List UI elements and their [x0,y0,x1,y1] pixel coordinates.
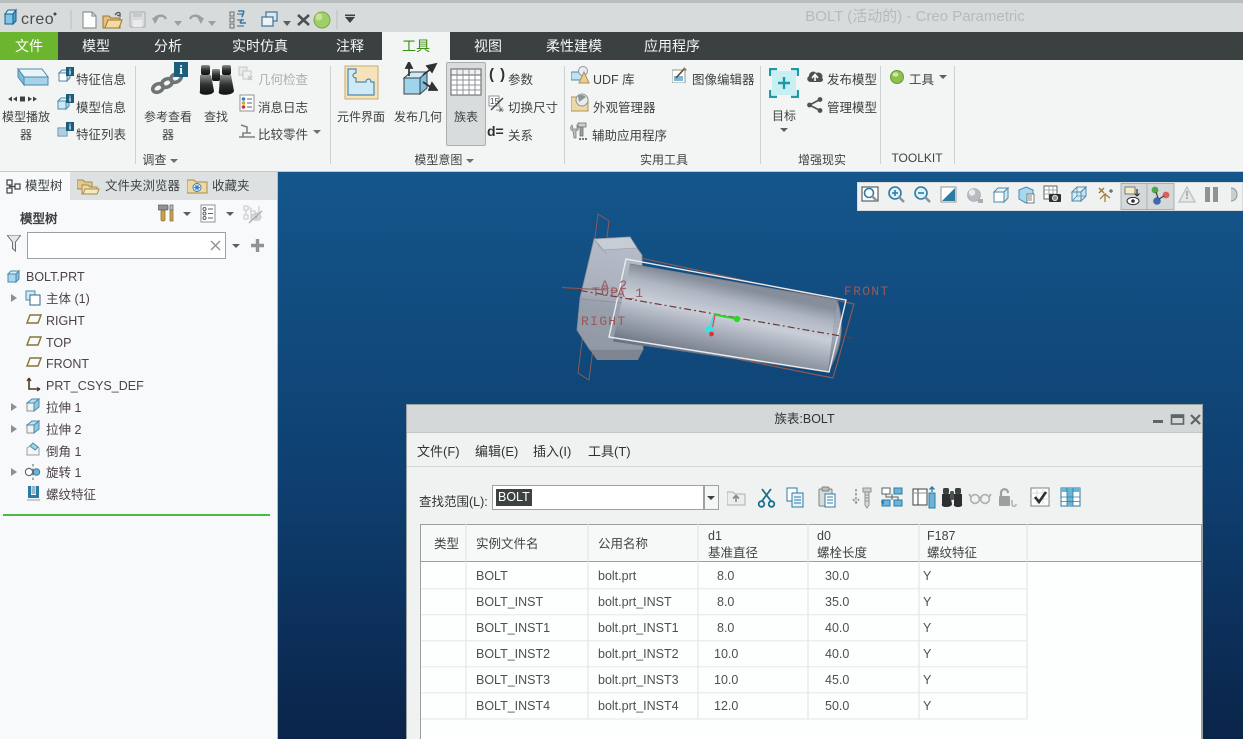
svg-text:BOLT_INST2: BOLT_INST2 [476,647,550,661]
svg-text:TOP: TOP [592,285,619,300]
svg-text:35.0: 35.0 [825,595,849,609]
svg-text:BOLT_INST: BOLT_INST [476,595,544,609]
svg-text:类型: 类型 [434,537,459,551]
svg-text:F187: F187 [927,529,956,543]
svg-text:FRONT: FRONT [844,284,890,299]
svg-text:bolt.prt: bolt.prt [598,569,637,583]
svg-text:Y: Y [923,647,932,661]
svg-text:bolt.prt_INST3: bolt.prt_INST3 [598,673,679,687]
svg-text:8.0: 8.0 [717,569,734,583]
svg-text:BOLT_INST3: BOLT_INST3 [476,673,550,687]
svg-text:bolt.prt_INST1: bolt.prt_INST1 [598,621,679,635]
svg-text:螺栓长度: 螺栓长度 [817,545,868,560]
svg-text:BOLT_INST1: BOLT_INST1 [476,621,550,635]
svg-text:RIGHT: RIGHT [581,314,627,329]
svg-text:10.0: 10.0 [714,647,738,661]
svg-text:Y: Y [923,673,932,687]
svg-text:10.0: 10.0 [714,673,738,687]
svg-text:公用名称: 公用名称 [598,536,648,551]
svg-text:8.0: 8.0 [717,621,734,635]
svg-text:Y: Y [923,621,932,635]
svg-text:Y: Y [923,569,932,583]
svg-text:12.0: 12.0 [714,699,738,713]
svg-text:40.0: 40.0 [825,647,849,661]
svg-text:x: x [499,105,503,112]
svg-text:基准直径: 基准直径 [708,546,758,560]
svg-text:bolt.prt_INST2: bolt.prt_INST2 [598,647,679,661]
svg-text:实例文件名: 实例文件名 [476,536,539,551]
svg-text:8.0: 8.0 [717,595,734,609]
svg-text:d1: d1 [708,529,722,543]
svg-text:BOLT: BOLT [476,569,508,583]
svg-text:creo: creo [21,11,54,28]
svg-text:d0: d0 [817,529,831,543]
svg-text:Y: Y [923,595,932,609]
svg-text:bolt.prt_INST4: bolt.prt_INST4 [598,699,679,713]
svg-text:40.0: 40.0 [825,621,849,635]
svg-text:45.0: 45.0 [825,673,849,687]
svg-text:BOLT_INST4: BOLT_INST4 [476,699,550,713]
svg-text:A_1: A_1 [617,286,644,301]
svg-text:30.0: 30.0 [825,569,849,583]
svg-text:i: i [179,62,183,77]
svg-text:Y: Y [923,699,932,713]
svg-text:50.0: 50.0 [825,699,849,713]
svg-text:螺纹特征: 螺纹特征 [927,545,978,560]
svg-text:bolt.prt_INST: bolt.prt_INST [598,595,672,609]
